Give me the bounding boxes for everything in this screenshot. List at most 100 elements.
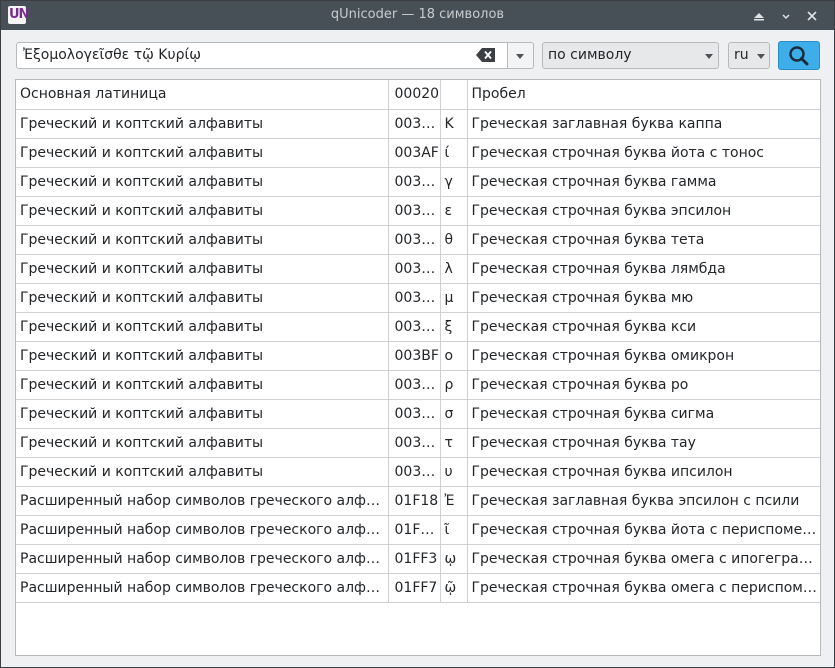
cell-name[interactable]: Греческая строчная буква йота с тонос	[467, 138, 820, 168]
cell-block[interactable]: Основная латиница	[16, 80, 389, 110]
language-select[interactable]: ru	[728, 42, 770, 69]
cell-code[interactable]: 01F18	[388, 486, 441, 516]
cell-char[interactable]: Κ	[440, 109, 468, 139]
cell-block[interactable]: Греческий и коптский алфавиты	[16, 457, 389, 487]
cell-char[interactable]: ε	[440, 196, 468, 226]
cell-code[interactable]: 01FF3	[388, 544, 441, 574]
cell-code[interactable]: 003BC	[388, 283, 441, 313]
cell-char[interactable]: ξ	[440, 312, 468, 342]
cell-block[interactable]: Греческий и коптский алфавиты	[16, 370, 389, 400]
cell-code[interactable]: 01FF7	[388, 573, 441, 603]
cell-code[interactable]: 003B8	[388, 225, 441, 255]
cell-code[interactable]: 01FD6	[388, 515, 441, 545]
cell-block[interactable]: Греческий и коптский алфавиты	[16, 254, 389, 284]
table-row[interactable]: Греческий и коптский алфавиты 003BC μ Грече…	[16, 283, 820, 313]
cell-name[interactable]: Греческая строчная буква мю	[467, 283, 820, 313]
table-row[interactable]: Расширенный набор символов греческого ал…	[16, 544, 820, 574]
search-input[interactable]: Ἐξομολογεῖσθε τῷ Κυρίῳ	[16, 42, 508, 69]
table-row[interactable]: Греческий и коптский алфавиты 0039A Κ Грече…	[16, 109, 820, 139]
cell-block[interactable]: Расширенный набор символов греческого ал…	[16, 486, 389, 516]
cell-code[interactable]: 003BE	[388, 312, 441, 342]
cell-block[interactable]: Греческий и коптский алфавиты	[16, 225, 389, 255]
table-row[interactable]: Греческий и коптский алфавиты 003BE ξ Грече…	[16, 312, 820, 342]
cell-code[interactable]: 003BB	[388, 254, 441, 284]
cell-block[interactable]: Греческий и коптский алфавиты	[16, 428, 389, 458]
cell-name[interactable]: Греческая строчная буква сигма	[467, 399, 820, 429]
cell-char[interactable]: ο	[440, 341, 468, 371]
cell-name[interactable]: Греческая строчная буква тета	[467, 225, 820, 255]
cell-char[interactable]: μ	[440, 283, 468, 313]
cell-name[interactable]: Греческая строчная буква омега с периспо…	[467, 573, 820, 603]
cell-block[interactable]: Греческий и коптский алфавиты	[16, 399, 389, 429]
cell-block[interactable]: Греческий и коптский алфавиты	[16, 138, 389, 168]
table-row[interactable]: Греческий и коптский алфавиты 003BF ο Грече…	[16, 341, 820, 371]
cell-code[interactable]: 0039A	[388, 109, 441, 139]
table-row[interactable]: Расширенный набор символов греческого ал…	[16, 486, 820, 516]
cell-char[interactable]: ί	[440, 138, 468, 168]
search-button[interactable]	[778, 41, 820, 70]
cell-code[interactable]: 003BF	[388, 341, 441, 371]
cell-block[interactable]: Греческий и коптский алфавиты	[16, 341, 389, 371]
table-row[interactable]: Греческий и коптский алфавиты 003AF ί Грече…	[16, 138, 820, 168]
cell-name[interactable]: Греческая строчная буква омикрон	[467, 341, 820, 371]
cell-block[interactable]: Расширенный набор символов греческого ал…	[16, 515, 389, 545]
cell-char[interactable]: γ	[440, 167, 468, 197]
table-row[interactable]: Греческий и коптский алфавиты 003C3 σ Грече…	[16, 399, 820, 429]
cell-name[interactable]: Греческая строчная буква лямбда	[467, 254, 820, 284]
cell-block[interactable]: Греческий и коптский алфавиты	[16, 312, 389, 342]
cell-name[interactable]: Греческая строчная буква йота с периспом…	[467, 515, 820, 545]
table-row[interactable]: Греческий и коптский алфавиты 003B8 θ Грече…	[16, 225, 820, 255]
cell-code[interactable]: 003C3	[388, 399, 441, 429]
cell-code[interactable]: 003B5	[388, 196, 441, 226]
cell-code[interactable]: 00020	[388, 80, 441, 110]
cell-name[interactable]: Греческая строчная буква эпсилон	[467, 196, 820, 226]
search-mode-select[interactable]: по символу	[542, 42, 719, 69]
table-row[interactable]: Греческий и коптский алфавиты 003C1 ρ Грече…	[16, 370, 820, 400]
table-row[interactable]: Греческий и коптский алфавиты 003B3 γ Грече…	[16, 167, 820, 197]
table-row[interactable]: Греческий и коптский алфавиты 003C5 υ Грече…	[16, 457, 820, 487]
results-table[interactable]: Основная латиница 00020 Пробел Греческий и …	[15, 79, 821, 656]
cell-char[interactable]: σ	[440, 399, 468, 429]
cell-name[interactable]: Греческая строчная буква гамма	[467, 167, 820, 197]
cell-char[interactable]: ῖ	[440, 515, 468, 545]
cell-block[interactable]: Расширенный набор символов греческого ал…	[16, 573, 389, 603]
cell-name[interactable]: Греческая строчная буква омега с ипогегр…	[467, 544, 820, 574]
cell-char[interactable]: υ	[440, 457, 468, 487]
cell-code[interactable]: 003C4	[388, 428, 441, 458]
cell-name[interactable]: Греческая заглавная буква эпсилон с псил…	[467, 486, 820, 516]
table-row[interactable]: Расширенный набор символов греческого ал…	[16, 573, 820, 603]
cell-code[interactable]: 003C5	[388, 457, 441, 487]
cell-char[interactable]: ῷ	[440, 573, 468, 603]
cell-block[interactable]: Греческий и коптский алфавиты	[16, 167, 389, 197]
minimize-icon[interactable]	[777, 7, 795, 25]
cell-char[interactable]: Ἐ	[440, 486, 468, 516]
cell-block[interactable]: Греческий и коптский алфавиты	[16, 283, 389, 313]
cell-code[interactable]: 003B3	[388, 167, 441, 197]
cell-name[interactable]: Пробел	[467, 80, 820, 110]
cell-block[interactable]: Расширенный набор символов греческого ал…	[16, 544, 389, 574]
cell-block[interactable]: Греческий и коптский алфавиты	[16, 109, 389, 139]
cell-char[interactable]: τ	[440, 428, 468, 458]
cell-char[interactable]: λ	[440, 254, 468, 284]
cell-char[interactable]: ρ	[440, 370, 468, 400]
cell-name[interactable]: Греческая строчная буква тау	[467, 428, 820, 458]
close-icon[interactable]	[803, 7, 821, 25]
clear-text-icon[interactable]	[476, 47, 496, 63]
cell-code[interactable]: 003AF	[388, 138, 441, 168]
titlebar[interactable]: UN qUnicoder — 18 символов	[1, 1, 834, 30]
table-row[interactable]: Основная латиница 00020 Пробел	[16, 80, 820, 110]
cell-char[interactable]	[440, 80, 468, 110]
cell-name[interactable]: Греческая заглавная буква каппа	[467, 109, 820, 139]
table-row[interactable]: Расширенный набор символов греческого ал…	[16, 515, 820, 545]
keep-above-icon[interactable]	[750, 7, 768, 25]
cell-char[interactable]: ῳ	[440, 544, 468, 574]
cell-block[interactable]: Греческий и коптский алфавиты	[16, 196, 389, 226]
table-row[interactable]: Греческий и коптский алфавиты 003B5 ε Грече…	[16, 196, 820, 226]
table-row[interactable]: Греческий и коптский алфавиты 003C4 τ Грече…	[16, 428, 820, 458]
search-history-dropdown[interactable]	[508, 42, 534, 69]
cell-name[interactable]: Греческая строчная буква кси	[467, 312, 820, 342]
table-row[interactable]: Греческий и коптский алфавиты 003BB λ Грече…	[16, 254, 820, 284]
cell-code[interactable]: 003C1	[388, 370, 441, 400]
cell-name[interactable]: Греческая строчная буква ро	[467, 370, 820, 400]
cell-name[interactable]: Греческая строчная буква ипсилон	[467, 457, 820, 487]
